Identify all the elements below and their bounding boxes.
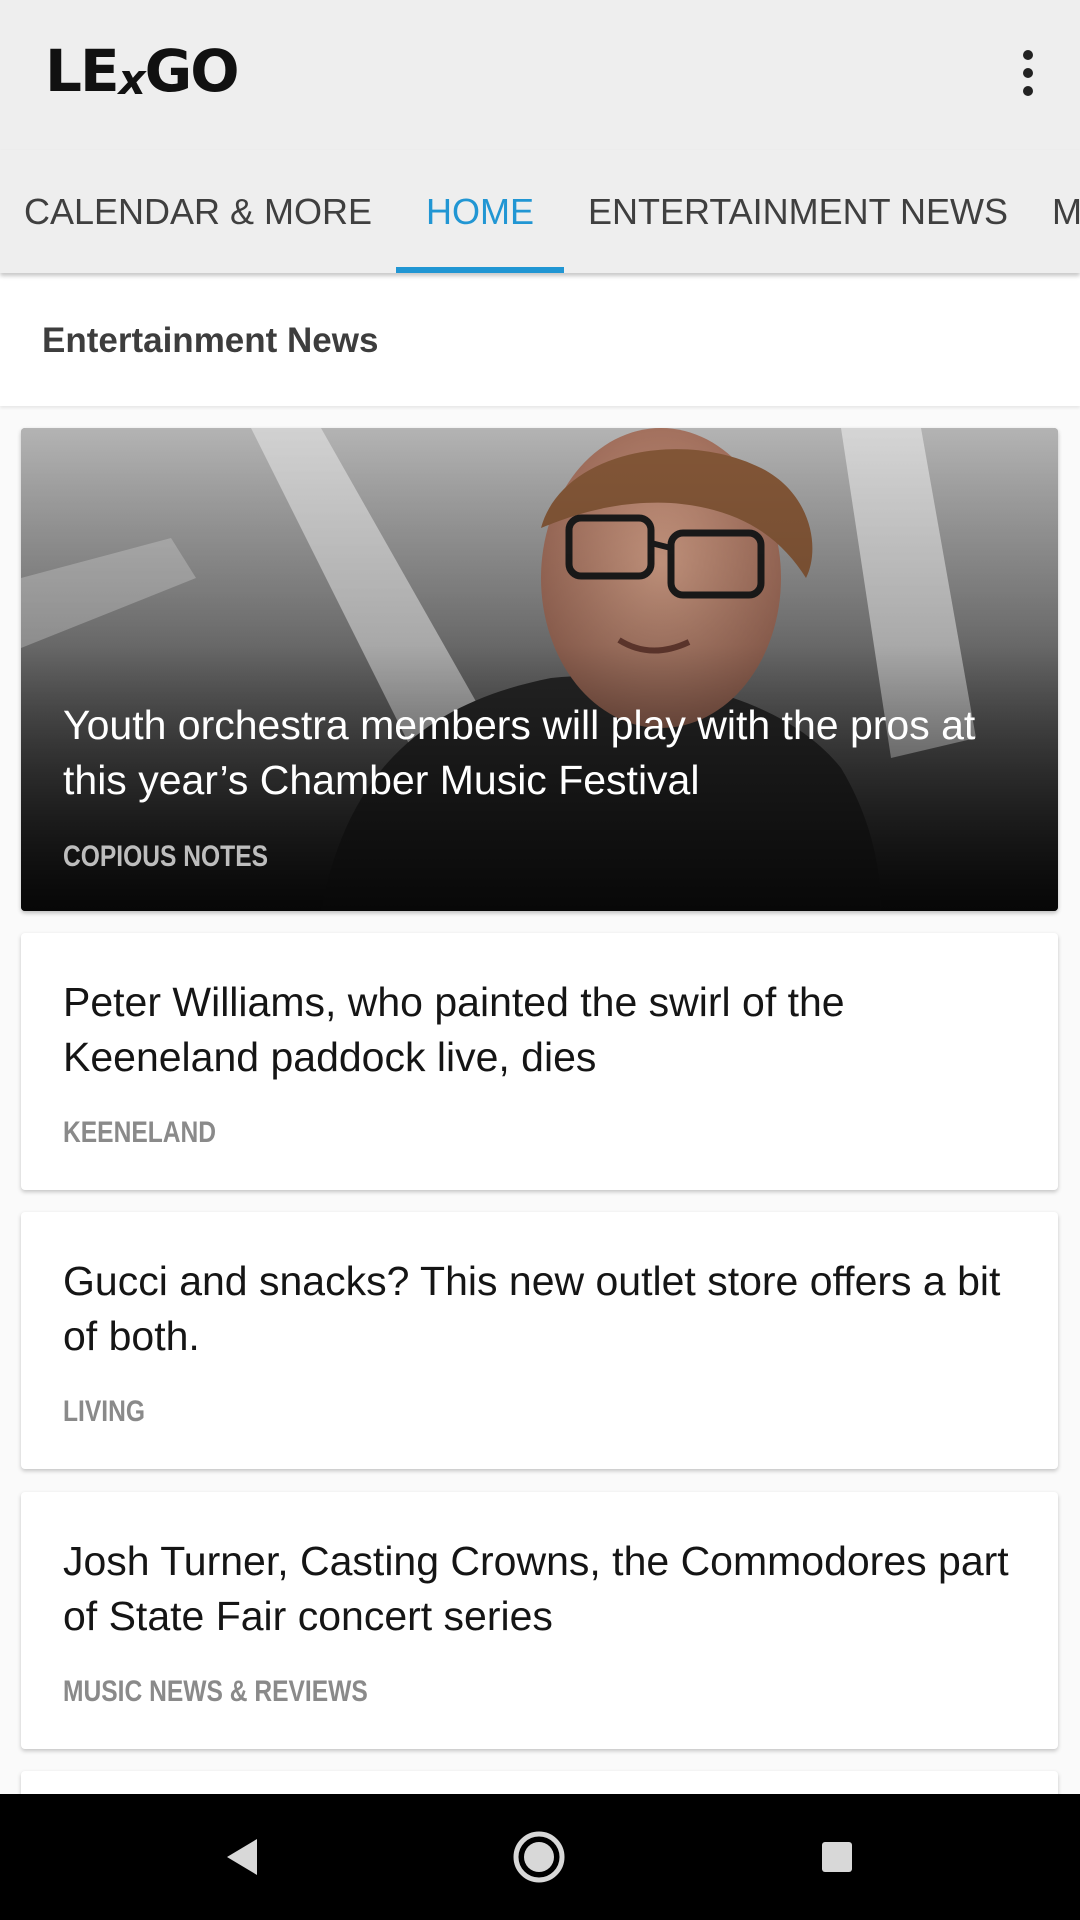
tab-partial-next[interactable]: M: [1052, 150, 1080, 273]
story-card[interactable]: Gucci and snacks? This new outlet store …: [21, 1212, 1058, 1469]
more-vertical-icon-dot: [1023, 86, 1033, 96]
lexgo-logo: LE x GO: [45, 36, 245, 106]
story-headline: Peter Williams, who painted the swirl of…: [63, 979, 845, 1080]
story-card[interactable]: Josh Turner, Casting Crowns, the Commodo…: [21, 1492, 1058, 1749]
recents-square-icon: [822, 1842, 852, 1872]
featured-story-card[interactable]: Youth orchestra members will play with t…: [21, 428, 1058, 911]
more-vertical-icon-dot: [1023, 68, 1033, 78]
home-circle-icon: [513, 1831, 565, 1883]
featured-story-image: [21, 428, 1058, 911]
story-category: MUSIC NEWS & REVIEWS: [63, 1675, 368, 1708]
logo-text-left: LE: [45, 37, 120, 105]
app-root: LE x GO CALENDAR & MORE HOME ENTERTAINMENT…: [0, 0, 1080, 1920]
section-header: Entertainment News: [0, 273, 1080, 406]
news-feed[interactable]: Youth orchestra members will play with t…: [0, 406, 1080, 1794]
tab-bar: CALENDAR & MORE HOME ENTERTAINMENT NEWS …: [0, 150, 1080, 273]
story-category: LIVING: [63, 1395, 146, 1428]
active-tab-indicator: [396, 267, 564, 273]
story-card-partial[interactable]: [21, 1771, 1058, 1794]
tab-entertainment-news[interactable]: ENTERTAINMENT NEWS: [564, 150, 1032, 273]
more-options-button[interactable]: [1006, 43, 1050, 103]
recents-button[interactable]: [797, 1817, 877, 1897]
back-triangle-icon: [227, 1839, 257, 1875]
logo-text-x: x: [118, 54, 146, 104]
system-navigation-bar: [0, 1794, 1080, 1920]
home-button[interactable]: [499, 1817, 579, 1897]
featured-story-headline: Youth orchestra members will play with t…: [63, 702, 976, 803]
back-button[interactable]: [203, 1817, 283, 1897]
section-title: Entertainment News: [42, 321, 379, 360]
featured-story-category: COPIOUS NOTES: [63, 840, 269, 873]
story-headline: Josh Turner, Casting Crowns, the Commodo…: [63, 1538, 1009, 1639]
story-category: KEENELAND: [63, 1116, 217, 1149]
tab-calendar-and-more[interactable]: CALENDAR & MORE: [0, 150, 396, 273]
logo-text-right: GO: [144, 37, 240, 105]
tab-home[interactable]: HOME: [396, 150, 564, 273]
top-app-bar: LE x GO: [0, 0, 1080, 150]
story-headline: Gucci and snacks? This new outlet store …: [63, 1258, 1001, 1359]
more-vertical-icon: [1023, 50, 1033, 60]
story-card[interactable]: Peter Williams, who painted the swirl of…: [21, 933, 1058, 1190]
